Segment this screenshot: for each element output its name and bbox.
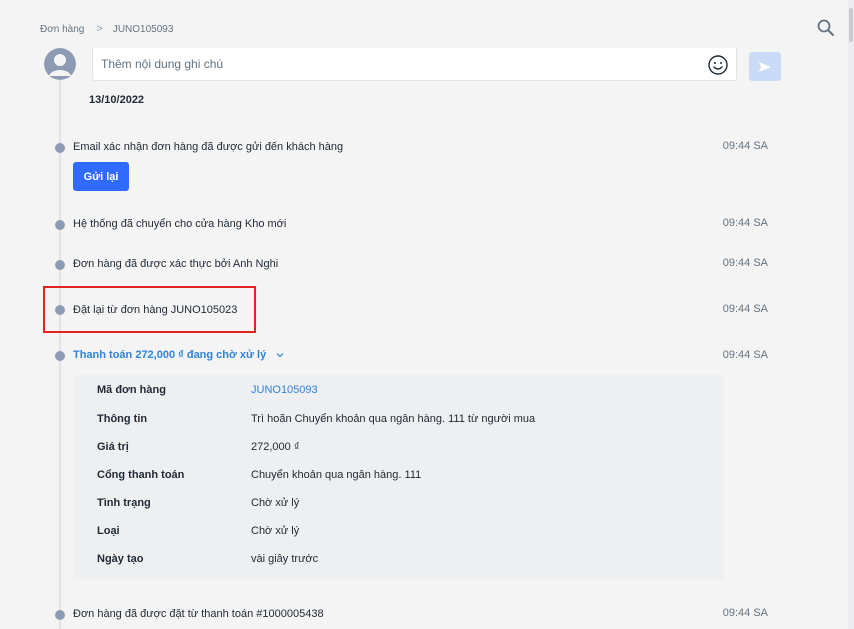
detail-order-link[interactable]: JUNO105093 (251, 384, 318, 396)
breadcrumb: Đơn hàng > JUNO105093 (40, 22, 173, 36)
search-icon[interactable] (816, 18, 836, 38)
event-store-transfer: Hệ thống đã chuyển cho cửa hàng Kho mới (73, 218, 287, 230)
event-time: 09:44 SA (722, 217, 768, 229)
breadcrumb-separator: > (96, 23, 103, 35)
timeline-dot (55, 351, 65, 361)
smile-icon[interactable] (707, 54, 729, 76)
send-note-button[interactable] (749, 52, 781, 81)
payment-pending-toggle[interactable]: Thanh toán 272,000 ₫ đang chờ xử lý (73, 349, 284, 361)
chevron-down-icon (276, 353, 284, 358)
detail-label: Cổng thanh toán (97, 469, 185, 481)
event-order-placed: Đơn hàng đã được đặt từ thanh toán #1000… (73, 608, 324, 620)
detail-label: Thông tin (97, 413, 148, 425)
highlight-annotation-box (43, 286, 256, 333)
timeline-dot (55, 220, 65, 230)
detail-value: vài giây trước (251, 553, 319, 565)
detail-row-order-code: Mã đơn hàng JUNO105093 (73, 384, 724, 404)
page-scrollbar[interactable] (848, 0, 854, 629)
timeline-dot (55, 143, 65, 153)
detail-value: 272,000 ₫ (251, 441, 300, 453)
event-time: 09:44 SA (722, 303, 768, 315)
event-order-verified: Đơn hàng đã được xác thực bởi Anh Nghi (73, 258, 279, 270)
detail-label: Mã đơn hàng (97, 384, 166, 396)
event-email-sent: Email xác nhận đơn hàng đã được gửi đến … (73, 141, 344, 153)
page-scrollbar-thumb[interactable] (849, 8, 853, 42)
user-avatar-icon (44, 48, 76, 80)
event-time: 09:44 SA (722, 349, 768, 361)
event-time: 09:44 SA (722, 140, 768, 152)
detail-label: Tình trạng (97, 497, 151, 509)
detail-label: Giá trị (97, 441, 129, 453)
note-input[interactable] (101, 56, 691, 72)
detail-label: Loại (97, 525, 120, 537)
detail-value: Trì hoãn Chuyển khoản qua ngân hàng. 111… (251, 413, 536, 425)
detail-row-status: Tình trạng Chờ xử lý (73, 497, 724, 517)
event-time: 09:44 SA (722, 257, 768, 269)
detail-row-amount: Giá trị 272,000 ₫ (73, 441, 724, 461)
detail-label: Ngày tạo (97, 553, 144, 565)
resend-email-button[interactable]: Gửi lại (73, 162, 129, 191)
detail-row-info: Thông tin Trì hoãn Chuyển khoản qua ngân… (73, 413, 724, 433)
detail-value: Chuyển khoản qua ngân hàng. 111 (251, 469, 422, 481)
payment-detail-panel: Mã đơn hàng JUNO105093 Thông tin Trì hoã… (73, 375, 724, 580)
timeline-date: 13/10/2022 (89, 94, 145, 106)
event-time: 09:44 SA (722, 607, 768, 619)
timeline-dot (55, 610, 65, 620)
send-icon (759, 61, 771, 72)
detail-row-created: Ngày tạo vài giây trước (73, 553, 724, 573)
breadcrumb-parent-link[interactable]: Đơn hàng (40, 24, 84, 35)
detail-row-gateway: Cổng thanh toán Chuyển khoản qua ngân hà… (73, 469, 724, 489)
note-composer (92, 48, 737, 81)
detail-row-type: Loại Chờ xử lý (73, 525, 724, 545)
timeline-dot (55, 260, 65, 270)
breadcrumb-current: JUNO105093 (112, 23, 174, 35)
payment-pending-label: Thanh toán 272,000 ₫ đang chờ xử lý (73, 349, 267, 361)
detail-value: Chờ xử lý (251, 497, 300, 509)
detail-value: Chờ xử lý (251, 525, 300, 537)
